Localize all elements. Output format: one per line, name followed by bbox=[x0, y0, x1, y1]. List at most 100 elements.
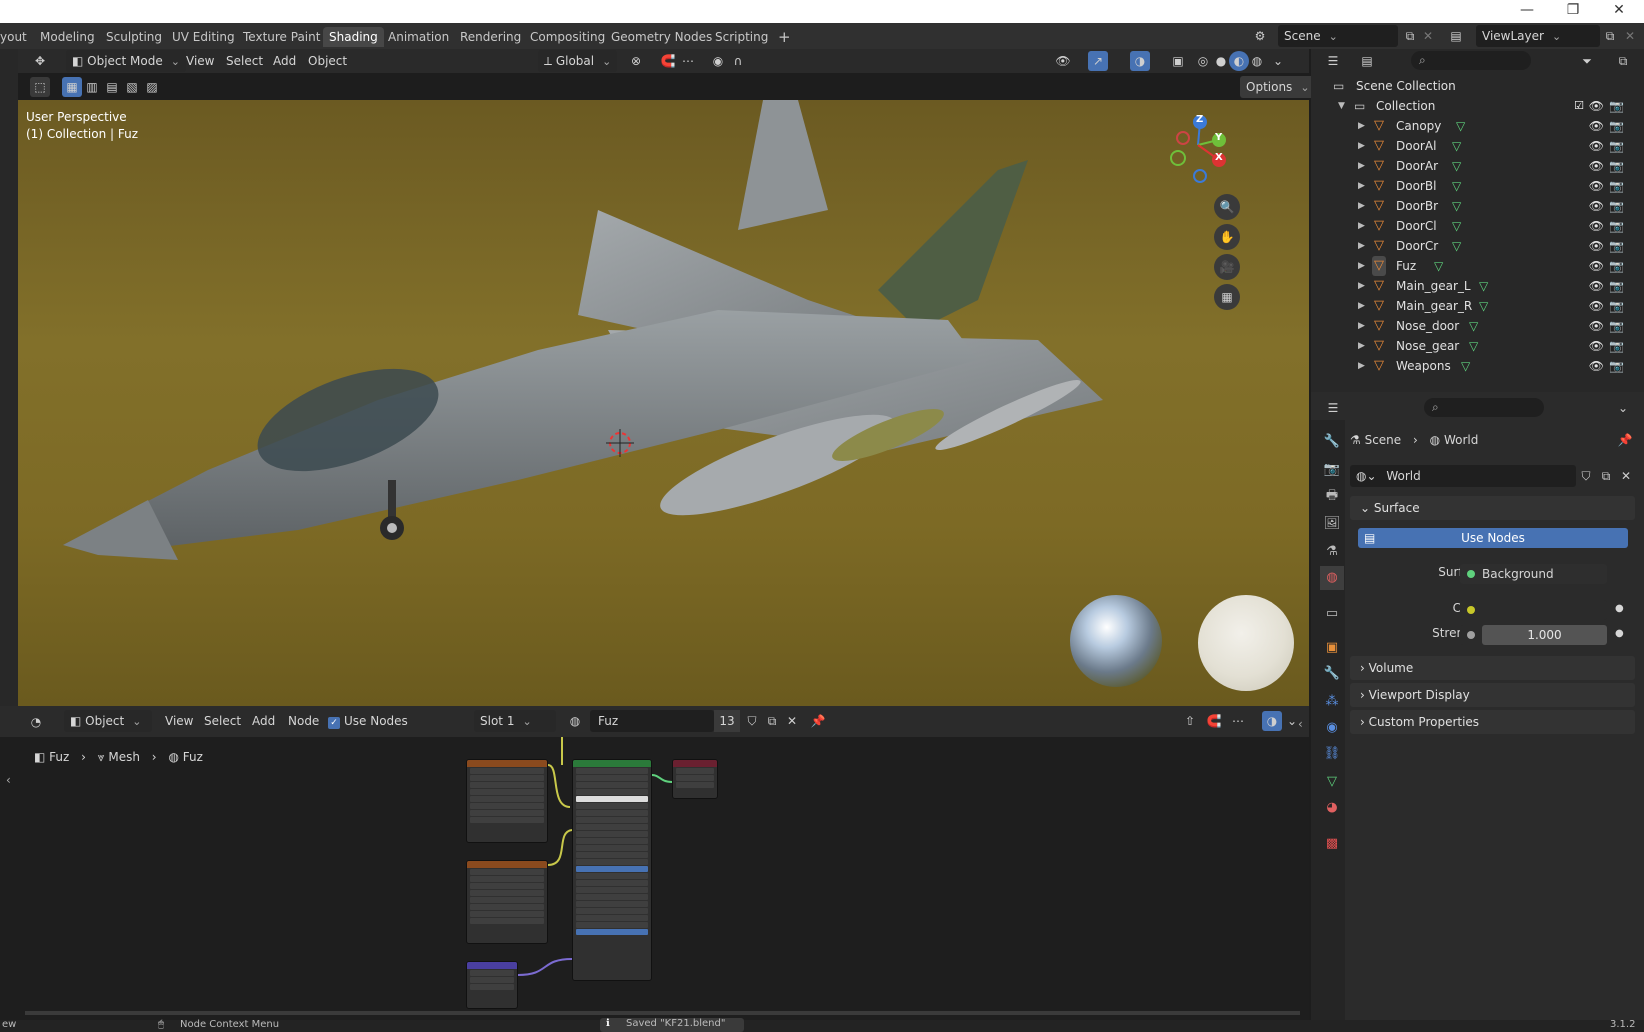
unlink-material-icon[interactable]: ✕ bbox=[782, 711, 802, 731]
mesh-data-icon[interactable]: ▽ bbox=[1452, 136, 1461, 156]
material-name-field[interactable]: Fuz bbox=[590, 710, 714, 732]
eye-icon[interactable]: 👁 bbox=[1589, 196, 1604, 216]
tab-sculpting[interactable]: Sculpting bbox=[100, 27, 168, 47]
expand-triangle-icon[interactable]: ▶ bbox=[1358, 356, 1365, 376]
properties-search-input[interactable]: ⌕ bbox=[1424, 398, 1544, 417]
options-dropdown[interactable]: Options bbox=[1240, 76, 1316, 98]
viewlayer-icon[interactable]: ▤ bbox=[1446, 26, 1466, 46]
mesh-data-tab-icon[interactable]: ▽ bbox=[1320, 770, 1344, 794]
tab-animation[interactable]: Animation bbox=[382, 27, 455, 47]
principled-bsdf-node[interactable] bbox=[572, 759, 652, 981]
scene-name-field[interactable]: Scene bbox=[1278, 25, 1398, 47]
outliner-item-main-gear-l[interactable]: ▶ ▽ Main_gear_L ▽ 👁 📷 bbox=[1311, 276, 1644, 296]
eye-icon[interactable]: 👁 bbox=[1589, 216, 1604, 236]
mesh-data-icon[interactable]: ▽ bbox=[1452, 196, 1461, 216]
select-subtract-icon[interactable]: ▤ bbox=[102, 77, 122, 97]
mesh-data-icon[interactable]: ▽ bbox=[1434, 256, 1443, 276]
viewport-display-panel-header[interactable]: › Viewport Display bbox=[1350, 683, 1635, 707]
close-window-button[interactable]: ✕ bbox=[1596, 0, 1642, 23]
camera-view-icon[interactable]: 🎥 bbox=[1214, 254, 1240, 280]
duplicate-world-icon[interactable]: ⧉ bbox=[1596, 466, 1616, 486]
eye-icon[interactable]: 👁 bbox=[1589, 176, 1604, 196]
eye-icon[interactable]: 👁 bbox=[1589, 356, 1604, 376]
expand-triangle-icon[interactable]: ▶ bbox=[1358, 336, 1365, 356]
expand-triangle-icon[interactable]: ▼ bbox=[1338, 96, 1345, 116]
slot-dropdown[interactable]: Slot 1 bbox=[474, 710, 556, 732]
fake-user-shield-icon[interactable]: ⛉ bbox=[1576, 466, 1596, 486]
expand-triangle-icon[interactable]: ▶ bbox=[1358, 116, 1365, 136]
ortho-grid-icon[interactable]: ▦ bbox=[1214, 284, 1240, 310]
custom-properties-panel-header[interactable]: › Custom Properties bbox=[1350, 710, 1635, 734]
pin-icon[interactable]: 📌 bbox=[808, 711, 828, 731]
expand-triangle-icon[interactable]: ▶ bbox=[1358, 296, 1365, 316]
mesh-data-icon[interactable]: ▽ bbox=[1479, 276, 1488, 296]
render-camera-icon[interactable]: 📷 bbox=[1609, 136, 1624, 156]
3d-viewport[interactable]: User Perspective (1) Collection | Fuz Z … bbox=[18, 100, 1309, 706]
volume-panel-header[interactable]: › Volume bbox=[1350, 656, 1635, 680]
outliner-editor-type-icon[interactable]: ☰ bbox=[1323, 51, 1343, 71]
tab-uv-editing[interactable]: UV Editing bbox=[166, 27, 241, 47]
modifier-tab-icon[interactable]: 🔧 bbox=[1320, 662, 1344, 686]
eye-icon[interactable]: 👁 bbox=[1589, 336, 1604, 356]
render-camera-icon[interactable]: 📷 bbox=[1609, 176, 1624, 196]
minimize-button[interactable]: — bbox=[1504, 0, 1550, 23]
node-editor-canvas[interactable]: ◧ Fuz › ⩔ Mesh › ◍ Fuz ‹ ‹ bbox=[0, 717, 1309, 1022]
shader-type-dropdown[interactable]: ◧ Object bbox=[64, 710, 152, 732]
surface-shader-selector[interactable]: Background bbox=[1460, 564, 1607, 584]
mesh-data-icon[interactable]: ▽ bbox=[1452, 156, 1461, 176]
render-camera-icon[interactable]: 📷 bbox=[1609, 96, 1624, 116]
new-scene-icon[interactable]: ⧉ bbox=[1400, 26, 1420, 46]
material-output-node[interactable] bbox=[672, 759, 718, 799]
sidebar-toggle-icon[interactable]: ‹ bbox=[1298, 717, 1303, 731]
eye-icon[interactable]: 👁 bbox=[1589, 296, 1604, 316]
expand-triangle-icon[interactable]: ▶ bbox=[1358, 156, 1365, 176]
delete-viewlayer-icon[interactable]: ✕ bbox=[1620, 26, 1640, 46]
outliner-scene-collection[interactable]: ▭ Scene Collection bbox=[1311, 76, 1644, 96]
texture-tab-icon[interactable]: ▩ bbox=[1320, 832, 1344, 856]
eye-icon[interactable]: 👁 bbox=[1589, 156, 1604, 176]
pan-hand-icon[interactable]: ✋ bbox=[1214, 224, 1240, 250]
material-tab-icon[interactable]: ◕ bbox=[1320, 796, 1344, 820]
particles-tab-icon[interactable]: ⁂ bbox=[1320, 690, 1344, 714]
output-tab-icon[interactable]: 🖶 bbox=[1320, 484, 1344, 508]
properties-editor-type-icon[interactable]: ☰ bbox=[1323, 398, 1343, 418]
menu-select[interactable]: Select bbox=[226, 50, 263, 72]
display-mode-icon[interactable]: ▤ bbox=[1357, 51, 1377, 71]
node-menu-add[interactable]: Add bbox=[252, 710, 275, 732]
select-tool-icon[interactable]: ⬚ bbox=[30, 77, 50, 97]
fake-user-shield-icon[interactable]: ⛉ bbox=[742, 711, 762, 731]
outliner-item-doorbl[interactable]: ▶ ▽ DoorBl ▽ 👁 📷 bbox=[1311, 176, 1644, 196]
keyframe-dot-icon[interactable]: ● bbox=[1615, 603, 1624, 614]
image-texture-node-2[interactable] bbox=[466, 860, 548, 944]
use-nodes-button[interactable]: ▤ Use Nodes bbox=[1358, 528, 1628, 548]
outliner-item-nose-gear[interactable]: ▶ ▽ Nose_gear ▽ 👁 📷 bbox=[1311, 336, 1644, 356]
outliner-item-doorbr[interactable]: ▶ ▽ DoorBr ▽ 👁 📷 bbox=[1311, 196, 1644, 216]
expand-triangle-icon[interactable]: ▶ bbox=[1358, 316, 1365, 336]
visibility-icon[interactable]: 👁 bbox=[1053, 51, 1073, 71]
normal-map-node[interactable] bbox=[466, 961, 518, 1009]
editor-type-icon[interactable]: ✥ bbox=[30, 51, 50, 71]
outliner-item-nose-door[interactable]: ▶ ▽ Nose_door ▽ 👁 📷 bbox=[1311, 316, 1644, 336]
render-camera-icon[interactable]: 📷 bbox=[1609, 276, 1624, 296]
tab-rendering[interactable]: Rendering bbox=[454, 27, 527, 47]
add-workspace-button[interactable]: + bbox=[772, 27, 797, 47]
render-camera-icon[interactable]: 📷 bbox=[1609, 216, 1624, 236]
overlay-toggle-icon[interactable]: ◑ bbox=[1130, 51, 1150, 71]
outliner-item-main-gear-r[interactable]: ▶ ▽ Main_gear_R ▽ 👁 📷 bbox=[1311, 296, 1644, 316]
zoom-icon[interactable]: 🔍 bbox=[1214, 194, 1240, 220]
mesh-data-icon[interactable]: ▽ bbox=[1456, 116, 1465, 136]
render-camera-icon[interactable]: 📷 bbox=[1609, 256, 1624, 276]
node-overlay-icon[interactable]: ◑ bbox=[1262, 711, 1282, 731]
image-texture-node-1[interactable] bbox=[466, 759, 548, 843]
snap-target-icon[interactable]: ⋯ bbox=[678, 51, 698, 71]
expand-triangle-icon[interactable]: ▶ bbox=[1358, 216, 1365, 236]
expand-triangle-icon[interactable]: ▶ bbox=[1358, 136, 1365, 156]
render-camera-icon[interactable]: 📷 bbox=[1609, 236, 1624, 256]
node-menu-select[interactable]: Select bbox=[204, 710, 241, 732]
rendered-shading-icon[interactable]: ◍ bbox=[1247, 51, 1267, 71]
filter-icon[interactable]: ⏷ bbox=[1577, 51, 1597, 71]
new-viewlayer-icon[interactable]: ⧉ bbox=[1600, 26, 1620, 46]
eye-icon[interactable]: 👁 bbox=[1589, 236, 1604, 256]
eye-icon[interactable]: 👁 bbox=[1589, 276, 1604, 296]
material-browse-icon[interactable]: ◍ bbox=[565, 711, 585, 731]
